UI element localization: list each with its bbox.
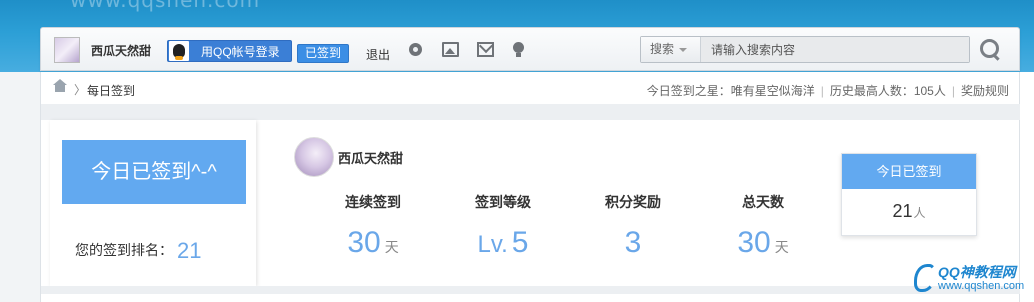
stat-streak: 连续签到 30 天: [308, 192, 438, 260]
rank-line: 您的签到排名： 21: [75, 238, 201, 264]
rank-label: 您的签到排名：: [75, 242, 173, 258]
stat-unit: 天: [774, 239, 789, 255]
section-top-strip: [41, 104, 1021, 120]
qq-login-label: 用QQ帐号登录: [201, 44, 280, 59]
search-scope-select[interactable]: 搜索: [641, 37, 701, 62]
stat-label: 总天数: [742, 194, 784, 210]
search-scope-label: 搜索: [650, 42, 675, 56]
avatar[interactable]: [54, 37, 80, 63]
chevron-down-icon: [679, 48, 687, 52]
rank-value: 21: [177, 238, 202, 263]
today-checkin-card: 今日已签到 21人: [841, 153, 977, 236]
qq-penguin-icon: [169, 41, 189, 61]
checkin-stats-panel: 西瓜天然甜 连续签到 30 天 签到等级 Lv. 5 积分奖励 3 总天数 30 天 …: [256, 120, 1011, 286]
avatar[interactable]: [294, 137, 334, 177]
divider: |: [820, 84, 824, 98]
bulb-icon[interactable]: [512, 42, 526, 57]
home-icon[interactable]: [53, 79, 67, 93]
username-link[interactable]: 西瓜天然甜: [91, 42, 151, 59]
breadcrumb: 〉 每日签到 今日签到之星：唯有星空似海洋 | 历史最高人数：105人 | 奖励规则: [40, 72, 1020, 104]
stat-label: 连续签到: [345, 194, 401, 210]
gear-icon[interactable]: [407, 42, 424, 57]
today-count-unit: 人: [913, 206, 926, 220]
stat-value: 30: [347, 226, 381, 259]
stat-value: 30: [737, 226, 771, 259]
stat-label: 签到等级: [475, 194, 531, 210]
faded-site-url: www.qqshen.com: [70, 0, 261, 12]
stat-total-days: 总天数 30 天: [698, 192, 828, 260]
breadcrumb-current: 每日签到: [87, 84, 136, 98]
qq-login-button[interactable]: 用QQ帐号登录: [167, 40, 292, 62]
stat-level: 签到等级 Lv. 5: [438, 192, 568, 260]
checkin-left-panel: 今日已签到^-^ 您的签到排名： 21: [50, 120, 256, 286]
profile-username: 西瓜天然甜: [338, 151, 404, 166]
section-bottom-strip: [41, 286, 1021, 294]
stat-value: 3: [624, 226, 642, 259]
record-count: 历史最高人数：105人: [829, 84, 946, 98]
checkin-main: 今日已签到^-^ 您的签到排名： 21 西瓜天然甜 连续签到 30 天 签到等级 L…: [40, 104, 1021, 302]
signed-in-button[interactable]: 已签到: [297, 44, 349, 63]
top-toolbar: 西瓜天然甜 用QQ帐号登录 已签到 退出 搜索: [40, 27, 1020, 71]
today-count: 21: [892, 201, 913, 221]
stat-unit: 天: [384, 239, 399, 255]
breadcrumb-info: 今日签到之星：唯有星空似海洋 | 历史最高人数：105人 | 奖励规则: [647, 82, 1009, 99]
search-icon[interactable]: [979, 38, 1003, 62]
image-icon[interactable]: [442, 42, 459, 57]
dragon-logo-icon: [914, 264, 936, 292]
stat-prefix: Lv.: [477, 231, 508, 258]
mail-icon[interactable]: [477, 42, 494, 57]
breadcrumb-separator: 〉: [74, 83, 87, 97]
search-box: 搜索: [640, 36, 970, 63]
watermark-url: www.qqshen.com: [938, 280, 1025, 292]
rules-link[interactable]: 奖励规则: [961, 84, 1009, 98]
divider: |: [951, 84, 955, 98]
stat-label: 积分奖励: [605, 194, 661, 210]
logout-link[interactable]: 退出: [366, 46, 390, 63]
today-card-title: 今日已签到: [842, 154, 976, 189]
checkin-button[interactable]: 今日已签到^-^: [62, 140, 246, 204]
watermark-title: QQ神教程网: [938, 264, 1016, 280]
stat-value: 5: [511, 226, 529, 259]
search-input[interactable]: [701, 37, 969, 62]
stat-points: 积分奖励 3: [568, 192, 698, 260]
watermark: QQ神教程网 www.qqshen.com: [912, 262, 1032, 300]
star-of-day: 今日签到之星：唯有星空似海洋: [646, 84, 815, 98]
